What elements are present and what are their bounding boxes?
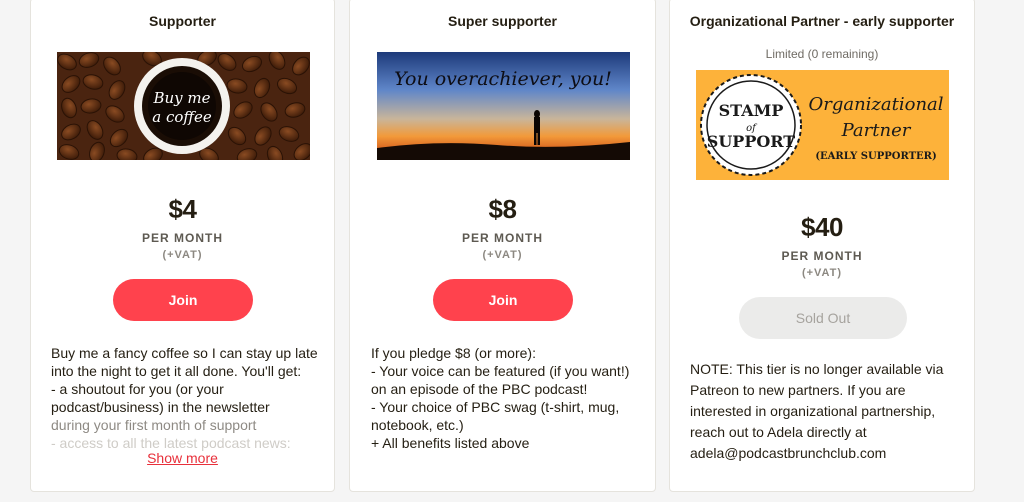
description-line: during your first month of support bbox=[51, 417, 257, 433]
description-line: Patreon to new partners. If you are bbox=[690, 382, 906, 398]
tier-title: Super supporter bbox=[448, 13, 557, 29]
tier-image-sunset: You overachiever, you! bbox=[377, 52, 630, 160]
join-button[interactable]: Join bbox=[433, 279, 573, 321]
tier-image-coffee: Buy me a coffee bbox=[57, 52, 310, 160]
show-more-link[interactable]: Show more bbox=[31, 450, 334, 466]
tier-vat: (+VAT) bbox=[801, 267, 843, 279]
tier-price: $4 bbox=[168, 194, 197, 224]
tier-vat: (+VAT) bbox=[482, 249, 523, 261]
tier-image-stamp-of-support: STAMP of SUPPORT Organizational Partner … bbox=[696, 70, 949, 180]
banner-text-line2: Partner bbox=[841, 120, 912, 141]
tier-price: $40 bbox=[801, 212, 843, 242]
banner-text-line3: (EARLY SUPPORTER) bbox=[815, 151, 936, 162]
tier-description: NOTE: This tier is no longer available v… bbox=[690, 359, 943, 464]
description-line: - a shoutout for you (or your bbox=[51, 381, 224, 397]
description-line: - Your choice of PBC swag (t-shirt, mug, bbox=[371, 399, 620, 415]
description-line: - Your voice can be featured (if you wan… bbox=[371, 363, 630, 379]
description-line: If you pledge $8 (or more): bbox=[371, 345, 536, 361]
description-line: + All benefits listed above bbox=[371, 435, 530, 451]
tier-description: If you pledge $8 (or more): - Your voice… bbox=[371, 344, 629, 452]
description-line: NOTE: This tier is no longer available v… bbox=[690, 361, 944, 377]
tier-title: Supporter bbox=[149, 13, 216, 29]
description-line: interested in organizational partnership… bbox=[690, 403, 936, 419]
banner-text-line1: Buy me bbox=[152, 89, 210, 107]
tier-price: $8 bbox=[488, 194, 517, 224]
tier-card-super-supporter: Super supporter You overachiever, you! $… bbox=[349, 0, 656, 492]
description-line: adela@podcastbrunchclub.com bbox=[690, 445, 887, 461]
description-line: on an episode of the PBC podcast! bbox=[371, 381, 588, 397]
stamp-text-top: STAMP bbox=[719, 101, 784, 120]
tier-card-organizational-partner: Organizational Partner - early supporter… bbox=[669, 0, 975, 492]
tier-period: PER MONTH bbox=[462, 231, 543, 245]
tier-period: PER MONTH bbox=[142, 231, 223, 245]
tier-card-supporter: Supporter Buy me a coffee $4 PER MONTH (… bbox=[30, 0, 335, 492]
tier-period: PER MONTH bbox=[781, 249, 863, 263]
banner-text-line2: a coffee bbox=[152, 108, 212, 126]
banner-text-line1: Organizational bbox=[808, 94, 943, 115]
tier-title: Organizational Partner - early supporter bbox=[689, 13, 955, 29]
description-line: Buy me a fancy coffee so I can stay up l… bbox=[51, 345, 318, 361]
description-line: reach out to Adela directly at bbox=[690, 424, 867, 440]
description-line: notebook, etc.) bbox=[371, 417, 464, 433]
description-line: podcast/business) in the newsletter bbox=[51, 399, 270, 415]
description-line: into the night to get it all done. You'l… bbox=[51, 363, 302, 379]
tier-description: Buy me a fancy coffee so I can stay up l… bbox=[51, 344, 318, 452]
limited-availability-label: Limited (0 remaining) bbox=[765, 47, 879, 61]
tier-vat: (+VAT) bbox=[162, 249, 203, 261]
banner-text: You overachiever, you! bbox=[394, 68, 612, 90]
stamp-text-bottom: SUPPORT bbox=[707, 132, 796, 151]
join-button[interactable]: Join bbox=[113, 279, 253, 321]
sold-out-button: Sold Out bbox=[739, 297, 907, 339]
